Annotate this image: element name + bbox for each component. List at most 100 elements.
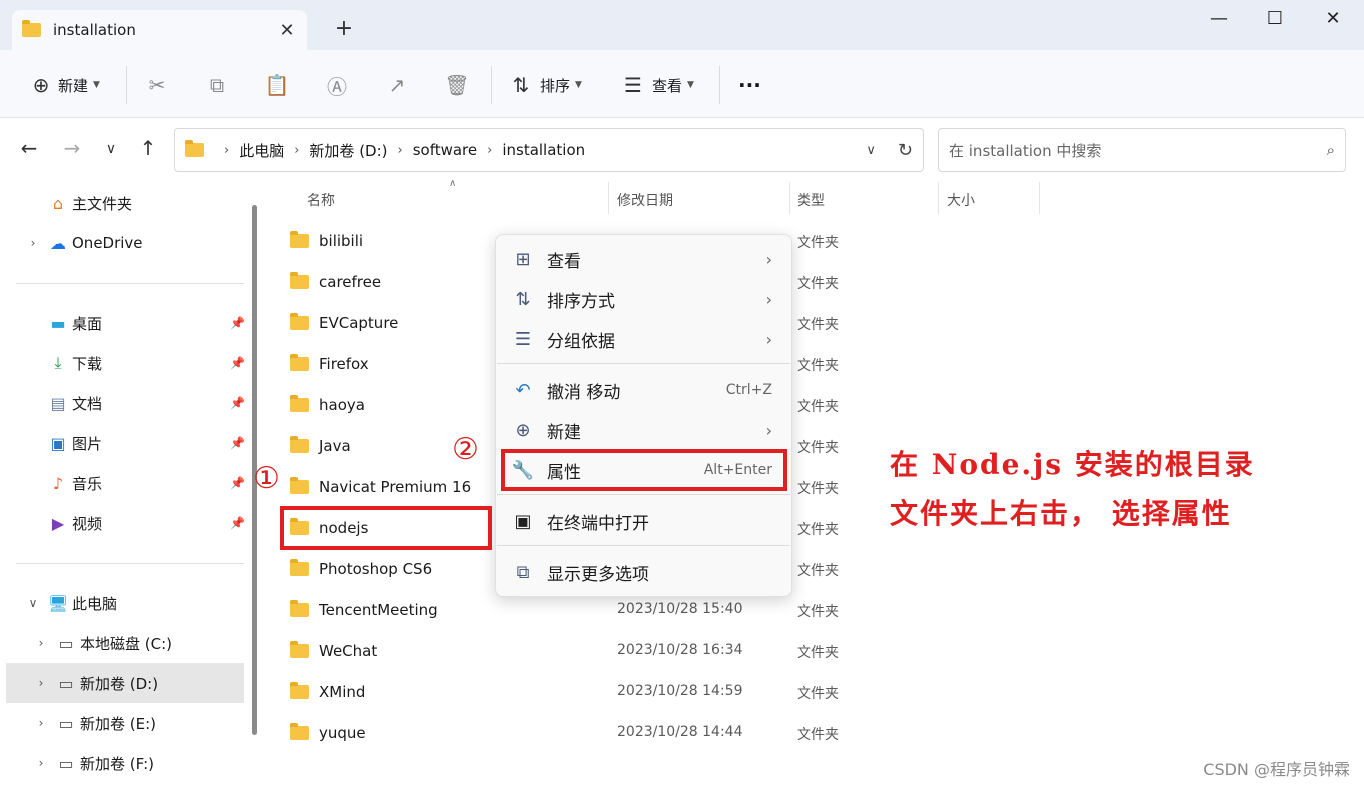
column-divider[interactable] (938, 182, 939, 214)
chevron-right-icon[interactable]: › (28, 636, 54, 650)
sidebar-item-downloads[interactable]: ⤓ 下载 📌 (20, 345, 245, 381)
sidebar-item-onedrive[interactable]: › ☁ OneDrive (20, 225, 245, 261)
sidebar-item-drive-e[interactable]: › ▭ 新加卷 (E:) (28, 705, 253, 741)
column-header-type[interactable]: 类型 (797, 190, 825, 210)
pin-icon[interactable]: 📌 (230, 356, 245, 370)
sidebar-item-documents[interactable]: ▤ 文档 📌 (20, 385, 245, 421)
sidebar-item-desktop[interactable]: ▬ 桌面 📌 (20, 305, 245, 341)
sidebar-item-music[interactable]: ♪ 音乐 📌 (20, 465, 245, 501)
new-label: 新建 (58, 76, 89, 95)
annotation-line-2: 文件夹上右击， 选择属性 (890, 497, 1232, 530)
pin-icon[interactable]: 📌 (230, 396, 245, 410)
view-button[interactable]: ☰ 查看 ▼ (618, 70, 694, 100)
search-input[interactable]: 在 installation 中搜索 ⌕ (938, 128, 1346, 172)
rename-icon: Ⓐ (327, 74, 347, 99)
breadcrumb-software[interactable]: software (413, 141, 477, 159)
rename-button[interactable]: Ⓐ (322, 70, 352, 100)
tab-installation[interactable]: installation ✕ (12, 10, 307, 50)
sidebar-item-home[interactable]: ⌂ 主文件夹 (20, 185, 245, 221)
breadcrumb-d-drive[interactable]: 新加卷 (D:) (309, 140, 387, 161)
chevron-right-icon[interactable]: › (28, 676, 54, 690)
sidebar-divider (16, 283, 244, 284)
sidebar-item-videos[interactable]: ▶ 视频 📌 (20, 505, 245, 541)
recent-chevron-icon[interactable]: ∨ (96, 141, 126, 157)
sort-button[interactable]: ⇅ 排序 ▼ (506, 70, 582, 100)
file-type: 文件夹 (797, 235, 839, 251)
pin-icon[interactable]: 📌 (230, 316, 245, 330)
column-divider[interactable] (1039, 182, 1040, 214)
file-name: XMind (319, 683, 366, 701)
paste-button[interactable]: 📋 (262, 70, 292, 100)
menu-item-view[interactable]: ⊞ 查看 › (507, 241, 782, 277)
chevron-right-icon[interactable]: › (28, 756, 54, 770)
back-arrow-icon[interactable]: ← (14, 136, 44, 160)
menu-item-group[interactable]: ☰ 分组依据 › (507, 321, 782, 357)
folder-icon (290, 682, 309, 699)
menu-item-new[interactable]: ⊕ 新建 › (507, 412, 782, 448)
group-list-icon: ☰ (514, 328, 532, 350)
column-divider[interactable] (608, 182, 609, 214)
drive-icon: ▭ (58, 753, 74, 773)
sidebar-item-this-pc[interactable]: ∨ 🖥 此电脑 (20, 585, 245, 621)
share-button[interactable]: ↗ (382, 70, 412, 100)
step-1-marker: ① (253, 461, 280, 496)
folder-icon (290, 477, 309, 494)
view-lines-icon: ☰ (624, 73, 642, 97)
breadcrumb-installation[interactable]: installation (502, 141, 585, 159)
desktop-icon: ▬ (50, 313, 66, 333)
up-arrow-icon[interactable]: ↑ (133, 136, 163, 160)
new-tab-button[interactable]: + (330, 16, 358, 41)
file-name: TencentMeeting (319, 601, 438, 619)
chevron-right-icon[interactable]: › (20, 236, 46, 250)
column-header-size[interactable]: 大小 (947, 190, 975, 210)
share-icon: ↗ (388, 73, 406, 97)
sidebar-item-drive-c[interactable]: › ▭ 本地磁盘 (C:) (28, 625, 253, 661)
more-options-button[interactable]: ··· (738, 70, 761, 100)
sort-arrows-icon: ⇅ (512, 73, 530, 97)
pin-icon[interactable]: 📌 (230, 516, 245, 530)
delete-button[interactable]: 🗑 (442, 70, 472, 100)
sidebar-item-drive-d[interactable]: › ▭ 新加卷 (D:) (28, 665, 253, 701)
drive-icon: ▭ (58, 633, 74, 653)
tab-title: installation (53, 21, 136, 39)
search-placeholder: 在 installation 中搜索 (949, 141, 1102, 160)
sidebar-item-pictures[interactable]: ▣ 图片 📌 (20, 425, 245, 461)
sort-ascending-icon: ∧ (449, 178, 457, 189)
video-icon: ▶ (51, 513, 65, 533)
column-divider[interactable] (789, 182, 790, 214)
column-header-date[interactable]: 修改日期 (617, 190, 673, 210)
pin-icon[interactable]: 📌 (230, 476, 245, 490)
chevron-right-icon: › (224, 142, 230, 158)
step-2-marker: ② (452, 432, 479, 467)
toolbar-divider (719, 66, 720, 104)
chevron-right-icon[interactable]: › (28, 716, 54, 730)
address-bar[interactable]: › 此电脑 › 新加卷 (D:) › software › installati… (174, 128, 924, 172)
monitor-icon: 🖥 (47, 593, 69, 613)
column-header-name[interactable]: 名称 (307, 190, 335, 210)
chevron-down-icon[interactable]: ∨ (20, 596, 46, 610)
file-type: 文件夹 (797, 440, 839, 456)
new-button[interactable]: ⊕ 新建 ▼ (26, 70, 100, 100)
menu-item-sort[interactable]: ⇅ 排序方式 › (507, 281, 782, 317)
sidebar-item-drive-f[interactable]: › ▭ 新加卷 (F:) (28, 745, 253, 781)
highlight-box-nodejs (280, 506, 492, 550)
file-date: 2023/10/28 14:59 (617, 683, 743, 699)
file-type: 文件夹 (797, 604, 839, 620)
refresh-icon[interactable]: ↻ (898, 140, 913, 161)
forward-arrow-icon[interactable]: → (57, 136, 87, 160)
minimize-button[interactable]: — (1204, 8, 1234, 29)
chevron-down-icon: ▼ (93, 80, 100, 90)
address-dropdown-icon[interactable]: ∨ (866, 143, 876, 158)
cut-button[interactable]: ✂ (142, 70, 172, 100)
menu-item-terminal[interactable]: ▣ 在终端中打开 (507, 503, 782, 539)
breadcrumb-pc[interactable]: 此电脑 (239, 140, 284, 161)
close-tab-icon[interactable]: ✕ (277, 20, 297, 41)
menu-item-undo[interactable]: ↶ 撤消 移动 Ctrl+Z (507, 372, 782, 408)
pin-icon[interactable]: 📌 (230, 436, 245, 450)
file-date: 2023/10/28 14:44 (617, 724, 743, 740)
copy-button[interactable]: ⧉ (202, 70, 232, 100)
maximize-button[interactable]: ☐ (1260, 8, 1290, 29)
folder-icon (22, 20, 41, 37)
close-window-button[interactable]: ✕ (1318, 8, 1348, 29)
menu-item-more-options[interactable]: ⧉ 显示更多选项 (507, 554, 782, 590)
